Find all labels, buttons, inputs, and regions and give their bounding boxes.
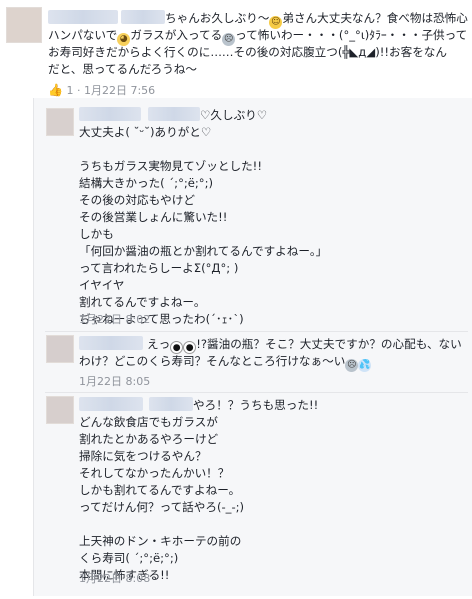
reply-2-line-1: えっ ● ● !?醤油の瓶？そこ？大丈夫ですか？の心配も、ない [79, 336, 462, 354]
reply-2-author-redacted[interactable] [79, 336, 143, 350]
like-count[interactable]: 1 [66, 84, 73, 97]
reply-1-line: しかも [79, 227, 114, 241]
reply-3-author-redacted[interactable] [79, 397, 143, 411]
reply-1-line: 結構大きかった( ´;°;ё;°;) [79, 176, 214, 190]
reply-1-header: ♡久しぶり♡ [79, 107, 267, 124]
scream-emoji-icon: ☹ [345, 359, 359, 372]
reply-1-timestamp[interactable]: 1月22日 8:02 [79, 313, 150, 327]
reply-3-line: ってだけん何？って話やろ(-_-;) [79, 500, 245, 514]
reply-1-line: その後営業しょんに驚いた!! [79, 210, 228, 224]
reply-divider [45, 331, 468, 332]
reply-3-line: それしてなかったんかい！？ [79, 466, 230, 480]
reply-1-line: 割れてるんですよねー。 [79, 295, 206, 309]
reply-2-avatar[interactable] [46, 335, 74, 363]
commenter-name-redacted[interactable] [48, 10, 118, 24]
reply-2-line-2: わけ？どこのくら寿司？そんなところ行けなぁ〜い ☹ 💦 [79, 354, 372, 372]
reply-1-author-redacted[interactable] [79, 107, 141, 121]
reply-3-line: 掃除に気をつけるやん？ [79, 449, 207, 463]
commenter-avatar[interactable] [6, 7, 42, 43]
main-comment-meta: 👍 1 · 1月22日 7:56 [48, 83, 156, 97]
reply-1-line: 「何回か醤油の瓶とか割れてるんですよねー。」 [79, 244, 328, 258]
reply-1-line: その後の対応もやけど [79, 193, 195, 207]
reply-3-line: くら寿司( ´;°;ё;°;) [79, 551, 179, 565]
comment-timestamp[interactable]: 1月22日 7:56 [84, 84, 155, 97]
reply-divider [45, 392, 468, 393]
reply-3-line: しかも割れてるんですよねー。 [79, 483, 241, 497]
reply-1-line: 大丈夫よ( ˘ᵕ˘)ありがと♡ [79, 125, 212, 139]
reply-3-mention-redacted[interactable] [149, 397, 193, 411]
reply-1-line: って言われたらしーよΣ(°Д°; ) [79, 261, 239, 275]
main-comment-line-4: だと、思ってるんだろうね〜 [48, 62, 197, 76]
reply-3-header: やろ！？うちも思った!! [79, 397, 318, 414]
thumbs-up-icon[interactable]: 👍 [48, 83, 63, 97]
reply-3-line: どんな飲食店でもガラスが [79, 415, 218, 429]
friend-name-redacted[interactable] [121, 10, 165, 24]
reply-1-mention-redacted[interactable] [148, 107, 200, 121]
reply-3-line: 割れたとかあるやろーけど [79, 432, 219, 446]
reply-2-timestamp[interactable]: 1月22日 8:05 [79, 375, 150, 389]
reply-1-line: うちもガラス実物見てゾッとした!! [79, 159, 262, 173]
reply-1-avatar[interactable] [46, 108, 74, 136]
reply-3-timestamp[interactable]: 1月22日 8:08 [79, 572, 150, 586]
main-comment-line-3: お寿司好きだからよく行くのに……その後の対応腹立つ(╬◣д◢)!!お客をなん [48, 45, 447, 59]
reply-3-avatar[interactable] [46, 396, 74, 424]
reply-1-line: イヤイヤ [79, 278, 125, 292]
reply-3-line: 上天神のドン・キホーテの前の [79, 534, 242, 548]
sweat-drops-icon: 💦 [358, 359, 372, 372]
